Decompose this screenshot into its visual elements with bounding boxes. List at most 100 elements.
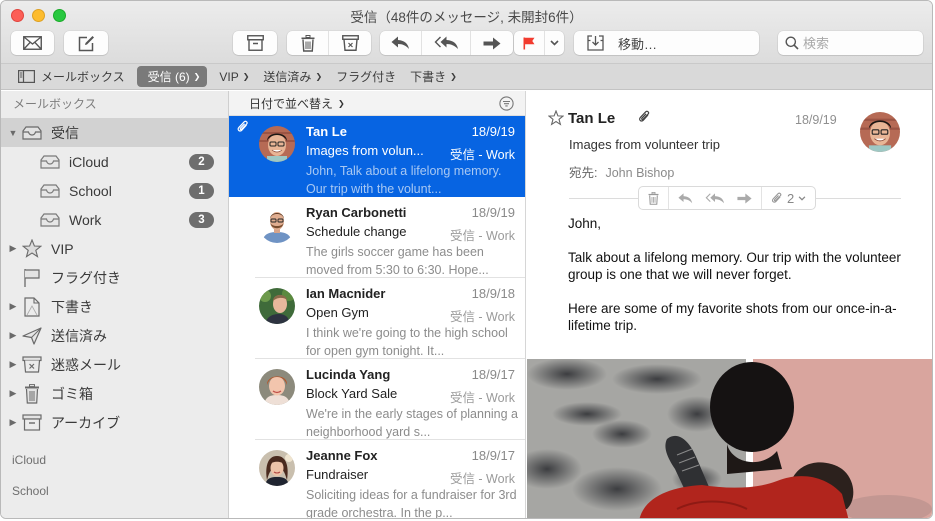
move-button[interactable]: 移動… <box>574 31 759 55</box>
trash-icon <box>21 383 43 404</box>
sidebar-item-archive[interactable]: ▶ アーカイブ <box>1 408 228 437</box>
message-mailbox: 受信 - Work <box>449 229 515 243</box>
flag-color-menu-button[interactable] <box>545 31 564 55</box>
attachment-icon <box>771 192 783 205</box>
unread-badge: 3 <box>189 212 214 228</box>
message-list: 日付で並べ替え ❯ Tan Le 18/9/19 Images from vol… <box>229 91 526 518</box>
sidebar-account-school[interactable]: School <box>1 476 228 507</box>
message-actions-toolbar: 2 <box>638 186 817 210</box>
search-field[interactable] <box>778 31 923 55</box>
sender-avatar <box>860 112 900 152</box>
disclosure-open-icon[interactable]: ▼ <box>8 128 18 138</box>
get-mail-button[interactable] <box>11 31 54 55</box>
favorite-drafts[interactable]: 下書き ❯ <box>410 68 457 85</box>
sidebar-item-inbox-work[interactable]: Work 3 <box>1 205 228 234</box>
disclosure-closed-icon[interactable]: ▶ <box>8 388 18 399</box>
forward-icon[interactable] <box>737 193 752 204</box>
chevron-down-icon: ❯ <box>338 98 345 108</box>
mail-window: 受信（48件のメッセージ, 未開封6件） 移動… 検索 メールボックス 受信 (… <box>0 0 933 519</box>
message-sender: Ryan Carbonetti <box>306 205 407 220</box>
message-date: 18/9/17 <box>471 367 515 382</box>
message-date: 18/9/18 <box>471 286 515 301</box>
avatar <box>259 288 295 324</box>
favorite-vip[interactable]: VIP ❯ <box>219 70 249 84</box>
message-subject: Open Gym <box>306 305 369 320</box>
sidebar: メールボックス ▼ 受信 iCloud 2 School 1 Work 3 ▶ … <box>1 91 229 518</box>
disclosure-closed-icon[interactable]: ▶ <box>8 301 18 312</box>
sort-bar: 日付で並べ替え ❯ <box>229 91 525 116</box>
message-row[interactable]: Ryan Carbonetti 18/9/19 Schedule change … <box>229 197 525 278</box>
archive-button[interactable] <box>233 31 277 55</box>
message-row[interactable]: Lucinda Yang 18/9/17 Block Yard Sale 受信 … <box>229 359 525 440</box>
sidebar-item-label: 下書き <box>51 298 93 315</box>
filter-button[interactable] <box>499 96 514 114</box>
message-mailbox: 受信 - Work <box>449 148 515 162</box>
sidebar-item-inbox-icloud[interactable]: iCloud 2 <box>1 147 228 176</box>
sidebar-item-drafts[interactable]: ▶ 下書き <box>1 292 228 321</box>
attachment-icon <box>237 120 249 139</box>
sidebar-item-flagged[interactable]: フラグ付き <box>1 263 228 292</box>
window-title: 受信（48件のメッセージ, 未開封6件） <box>350 10 583 25</box>
delete-button[interactable] <box>287 31 329 55</box>
forward-button[interactable] <box>471 31 513 55</box>
reply-all-button[interactable] <box>422 31 471 55</box>
star-icon[interactable] <box>547 109 565 131</box>
archive-icon <box>246 35 264 51</box>
message-row[interactable]: Tan Le 18/9/19 Images from volun... 受信 -… <box>229 116 525 197</box>
sidebar-item-junk[interactable]: ▶ 迷惑メール <box>1 350 228 379</box>
to-label: 宛先: <box>569 166 598 180</box>
favorite-flagged[interactable]: フラグ付き <box>336 68 396 85</box>
avatar <box>259 450 295 486</box>
reply-icon[interactable] <box>678 192 693 204</box>
flag-button[interactable] <box>514 31 545 55</box>
favorite-inbox[interactable]: 受信 (6) ❯ <box>136 66 208 87</box>
trash-icon <box>648 191 659 205</box>
disclosure-closed-icon[interactable]: ▶ <box>8 359 18 370</box>
attachments-menu-button[interactable]: 2 <box>762 187 815 209</box>
sidebar-item-inbox-school[interactable]: School 1 <box>1 176 228 205</box>
toolbar: 受信（48件のメッセージ, 未開封6件） 移動… 検索 <box>1 1 932 64</box>
sidebar-item-label: 迷惑メール <box>51 356 121 373</box>
sidebar-item-inbox[interactable]: ▼ 受信 <box>1 118 228 147</box>
search-input[interactable] <box>803 35 913 51</box>
reply-all-icon[interactable] <box>705 192 725 204</box>
attached-photo[interactable] <box>527 359 932 518</box>
favorite-sent-label: 送信済み <box>263 70 312 84</box>
reply-all-icon <box>434 36 459 50</box>
reply-button[interactable] <box>380 31 422 55</box>
delete-message-button[interactable] <box>639 187 669 209</box>
recipient-name[interactable]: John Bishop <box>605 166 674 180</box>
flag-icon <box>523 37 535 50</box>
inbox-icon <box>39 211 61 229</box>
disclosure-closed-icon[interactable]: ▶ <box>8 243 18 254</box>
message-subject: Images from volunteer trip <box>569 137 721 152</box>
message-mailbox: 受信 - Work <box>449 391 515 405</box>
delete-junk-group <box>287 31 371 55</box>
disclosure-closed-icon[interactable]: ▶ <box>8 330 18 341</box>
junk-button[interactable] <box>329 31 371 55</box>
compose-button[interactable] <box>64 31 108 55</box>
favorite-sent[interactable]: 送信済み ❯ <box>263 68 322 85</box>
chevron-down-icon <box>798 195 806 201</box>
sent-icon <box>21 326 43 345</box>
sort-button[interactable]: 日付で並べ替え ❯ <box>249 95 345 112</box>
message-sender: Lucinda Yang <box>306 367 391 382</box>
favorite-inbox-label: 受信 (6) <box>147 70 190 84</box>
sidebar-item-trash[interactable]: ▶ ゴミ箱 <box>1 379 228 408</box>
sidebar-account-icloud[interactable]: iCloud <box>1 445 228 476</box>
message-row[interactable]: Ian Macnider 18/9/18 Open Gym 受信 - Work … <box>229 278 525 359</box>
message-sender: Tan Le <box>306 124 347 139</box>
move-label: 移動… <box>618 36 658 52</box>
flag-group <box>514 31 564 55</box>
message-sender: Ian Macnider <box>306 286 386 301</box>
disclosure-closed-icon[interactable]: ▶ <box>8 417 18 428</box>
chevron-down-icon: ❯ <box>193 72 201 81</box>
unread-badge: 1 <box>189 183 214 199</box>
sidebar-item-sent[interactable]: ▶ 送信済み <box>1 321 228 350</box>
draft-icon <box>21 296 43 317</box>
sidebar-item-vip[interactable]: ▶ VIP <box>1 234 228 263</box>
reply-actions <box>669 187 762 209</box>
flag-icon <box>21 268 43 287</box>
message-row[interactable]: Jeanne Fox 18/9/17 Fundraiser 受信 - Work … <box>229 440 525 518</box>
show-mailboxes-button[interactable]: メールボックス <box>18 68 125 85</box>
